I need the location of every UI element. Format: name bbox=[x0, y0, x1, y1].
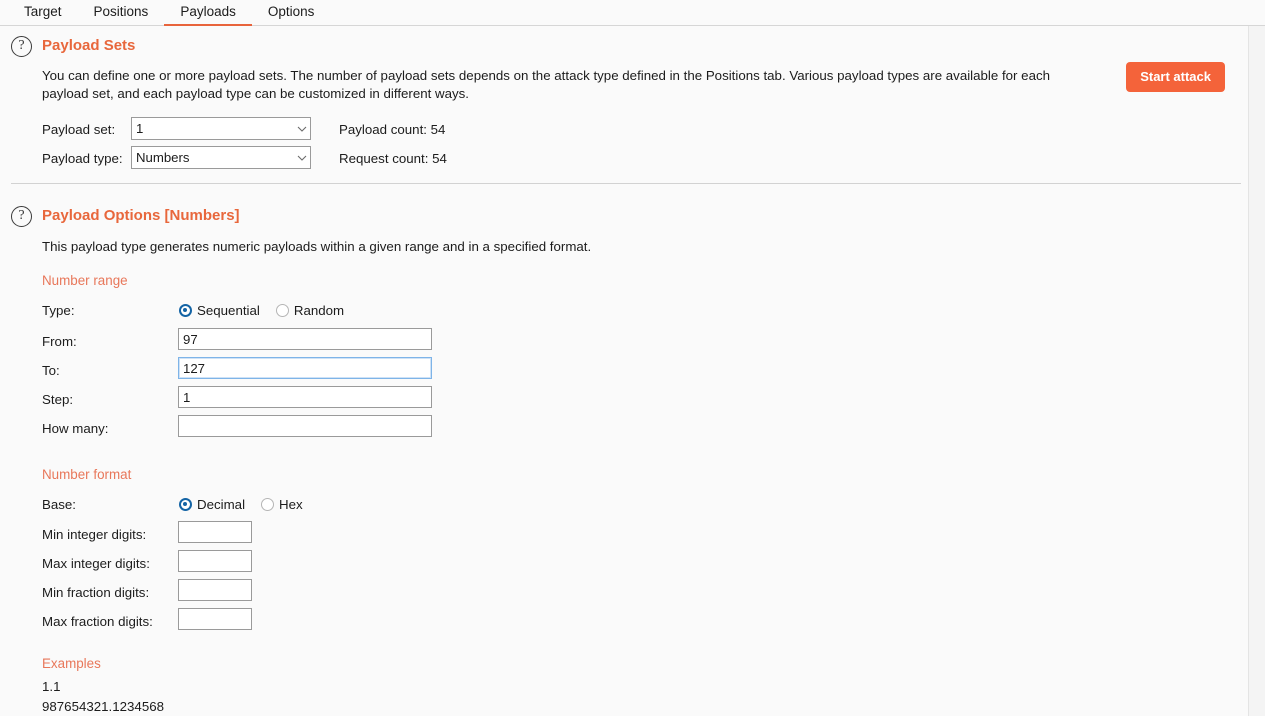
tab-positions[interactable]: Positions bbox=[78, 4, 165, 26]
radio-sequential-indicator bbox=[179, 304, 192, 317]
step-label: Step: bbox=[42, 392, 74, 407]
scrollbar-thumb[interactable] bbox=[1251, 26, 1264, 326]
radio-random-indicator bbox=[275, 304, 289, 317]
payload-type-dropdown-wrap[interactable]: Numbers bbox=[131, 146, 315, 169]
min-integer-digits-input[interactable] bbox=[178, 521, 252, 543]
step-input[interactable] bbox=[178, 386, 432, 408]
payload-set-dropdown-wrap[interactable]: 1 bbox=[131, 117, 315, 140]
start-attack-button[interactable]: Start attack bbox=[1126, 62, 1225, 92]
max-fraction-digits-input[interactable] bbox=[178, 608, 252, 630]
payload-type-dropdown[interactable]: Numbers bbox=[131, 146, 311, 169]
payload-options-description: This payload type generates numeric payl… bbox=[42, 239, 592, 254]
payload-set-dropdown[interactable]: 1 bbox=[131, 117, 311, 140]
radio-decimal[interactable]: Decimal bbox=[179, 497, 245, 512]
base-label: Base: bbox=[42, 497, 77, 512]
payload-set-label: Payload set: bbox=[42, 122, 116, 137]
max-integer-digits-input[interactable] bbox=[178, 550, 252, 572]
radio-sequential-label: Sequential bbox=[197, 303, 260, 318]
example-line: 987654321.1234568 bbox=[42, 699, 165, 714]
to-input[interactable] bbox=[178, 357, 432, 379]
radio-random[interactable]: Random bbox=[275, 303, 345, 318]
from-label: From: bbox=[42, 334, 77, 349]
type-radio-group[interactable]: Sequential Random bbox=[179, 303, 360, 318]
tab-options[interactable]: Options bbox=[252, 4, 331, 26]
radio-decimal-label: Decimal bbox=[197, 497, 246, 512]
examples-subheading: Examples bbox=[42, 656, 101, 671]
question-mark-icon[interactable]: ? bbox=[11, 36, 32, 57]
payload-type-label: Payload type: bbox=[42, 151, 123, 166]
payloads-panel: ? Payload Sets Start attack You can defi… bbox=[0, 26, 1248, 716]
tab-target[interactable]: Target bbox=[8, 4, 78, 26]
number-format-subheading: Number format bbox=[42, 467, 132, 482]
tab-payloads[interactable]: Payloads bbox=[164, 4, 252, 26]
how-many-input[interactable] bbox=[178, 415, 432, 437]
min-integer-digits-label: Min integer digits: bbox=[42, 527, 147, 542]
section-divider bbox=[11, 183, 1241, 184]
max-integer-digits-label: Max integer digits: bbox=[42, 556, 150, 571]
payload-count-label: Payload count: 54 bbox=[339, 122, 446, 137]
type-label: Type: bbox=[42, 303, 75, 318]
min-fraction-digits-label: Min fraction digits: bbox=[42, 585, 150, 600]
example-line: 1.1 bbox=[42, 679, 61, 694]
how-many-label: How many: bbox=[42, 421, 109, 436]
max-fraction-digits-label: Max fraction digits: bbox=[42, 614, 153, 629]
radio-decimal-indicator bbox=[179, 498, 192, 511]
to-label: To: bbox=[42, 363, 60, 378]
radio-random-label: Random bbox=[293, 303, 345, 318]
base-radio-group[interactable]: Decimal Hex bbox=[179, 497, 319, 512]
question-mark-icon[interactable]: ? bbox=[11, 206, 32, 227]
from-input[interactable] bbox=[178, 328, 432, 350]
payload-options-heading: Payload Options [Numbers] bbox=[42, 207, 240, 224]
radio-hex-indicator bbox=[261, 498, 275, 511]
payload-sets-heading: Payload Sets bbox=[42, 37, 136, 54]
min-fraction-digits-input[interactable] bbox=[178, 579, 252, 601]
radio-hex-label: Hex bbox=[279, 497, 303, 512]
request-count-label: Request count: 54 bbox=[339, 151, 447, 166]
number-range-subheading: Number range bbox=[42, 273, 128, 288]
intruder-tab-bar: Target Positions Payloads Options bbox=[0, 0, 1265, 26]
vertical-scrollbar[interactable] bbox=[1248, 26, 1265, 716]
radio-hex[interactable]: Hex bbox=[261, 497, 303, 512]
payload-sets-description: You can define one or more payload sets.… bbox=[42, 68, 1051, 101]
radio-sequential[interactable]: Sequential bbox=[179, 303, 260, 318]
